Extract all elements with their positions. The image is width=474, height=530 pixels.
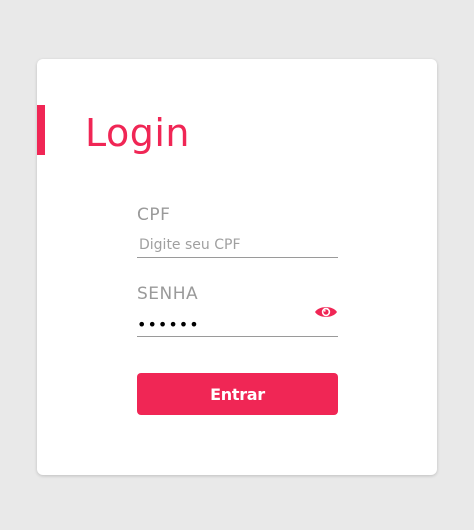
senha-input-wrapper <box>137 307 338 337</box>
senha-label: SENHA <box>137 284 199 304</box>
cpf-input-wrapper <box>137 234 338 258</box>
page-title: Login <box>85 111 191 155</box>
submit-button[interactable]: Entrar <box>137 373 338 415</box>
cpf-field: CPF <box>137 205 338 258</box>
cpf-label: CPF <box>137 205 171 225</box>
cpf-input[interactable] <box>137 234 338 256</box>
login-card: Login CPF SENHA Entrar <box>37 59 437 475</box>
senha-input[interactable] <box>137 313 338 335</box>
senha-field: SENHA <box>137 284 338 337</box>
title-accent-bar <box>37 105 45 155</box>
eye-icon[interactable] <box>314 303 338 321</box>
